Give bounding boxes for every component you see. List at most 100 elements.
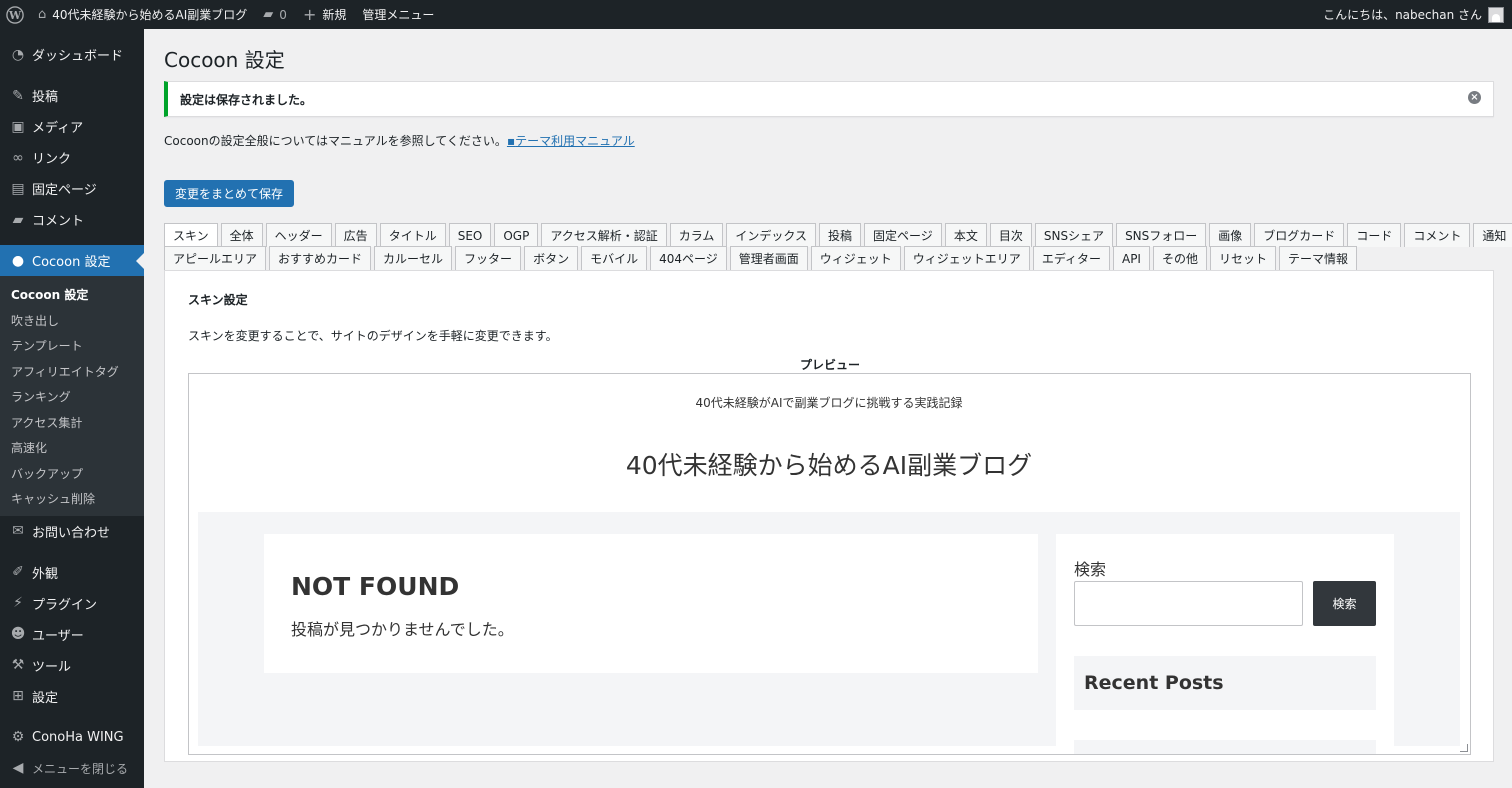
sidebar-item-conoha-wing[interactable]: ⚙ ConoHa WING	[0, 722, 144, 753]
intro-text: Cocoonの設定全般についてはマニュアルを参照してください。▪テーマ利用マニュ…	[164, 134, 635, 148]
new-content-link[interactable]: + 新規	[295, 0, 354, 29]
settings-saved-notice: 設定は保存されました。 ×	[164, 81, 1494, 117]
tab-row1-19[interactable]: コメント	[1404, 223, 1471, 247]
preview-main-card: NOT FOUND 投稿が見つかりませんでした。	[264, 534, 1038, 673]
sidebar-item-dashboard[interactable]: ◔ ダッシュボード	[0, 39, 144, 70]
sidebar-item-media[interactable]: ▣ メディア	[0, 111, 144, 142]
submenu-speedup[interactable]: 高速化	[0, 435, 144, 461]
tab-row-1: スキン 全体 ヘッダー 広告 タイトル SEO OGP アクセス解析・認証 カラム インデックス投…	[164, 223, 1512, 247]
preview-recent-posts-heading: Recent Posts	[1074, 656, 1376, 710]
submenu-access-stats[interactable]: アクセス集計	[0, 410, 144, 436]
tab-row1-13[interactable]: 目次	[989, 223, 1032, 247]
submenu-cocoon-settings[interactable]: Cocoon 設定	[0, 282, 144, 308]
skin-preview-frame[interactable]: 40代未経験がAIで副業ブログに挑戦する実践記録 40代未経験から始めるAI副業…	[188, 373, 1471, 755]
submenu-affiliate-tag[interactable]: アフィリエイトタグ	[0, 359, 144, 385]
tab-row1-16[interactable]: 画像	[1209, 223, 1252, 247]
collapse-icon: ◀	[12, 760, 24, 776]
dismiss-notice-icon[interactable]: ×	[1468, 91, 1481, 104]
skin-settings-panel: スキン設定 スキンを変更することで、サイトのデザインを手軽に変更できます。 プレ…	[164, 270, 1494, 762]
preview-search-button[interactable]: 検索	[1313, 581, 1376, 626]
sidebar-item-posts[interactable]: ✎ 投稿	[0, 80, 144, 111]
tab-row1-12[interactable]: 本文	[944, 223, 987, 247]
tab-row1-0[interactable]: スキン	[164, 223, 218, 247]
tab-row2-1[interactable]: おすすめカード	[269, 246, 372, 270]
plus-icon: +	[302, 5, 317, 24]
site-name: 40代未経験から始めるAI副業ブログ	[52, 8, 248, 22]
dashboard-icon: ◔	[11, 46, 25, 63]
manual-link[interactable]: ▪テーマ利用マニュアル	[507, 134, 635, 148]
tab-row1-5[interactable]: SEO	[448, 223, 492, 247]
panel-title: スキン設定	[188, 293, 248, 307]
tab-row1-1[interactable]: 全体	[220, 223, 263, 247]
my-account-link[interactable]: こんにちは、nabechan さん	[1315, 0, 1512, 29]
tab-row2-13[interactable]: リセット	[1209, 246, 1276, 270]
greeting: こんにちは、nabechan さん	[1323, 8, 1482, 22]
tab-row1-2[interactable]: ヘッダー	[265, 223, 332, 247]
admin-sidebar: ◔ ダッシュボード ✎ 投稿 ▣ メディア ∞ リンク ▤ 固定ページ ▰ コメント ● Co…	[0, 29, 144, 788]
tab-row2-8[interactable]: ウィジェット	[810, 246, 901, 270]
page-icon: ▤	[11, 180, 25, 197]
media-icon: ▣	[11, 118, 25, 135]
admin-menu-link[interactable]: 管理メニュー	[354, 0, 442, 29]
tab-row1-7[interactable]: アクセス解析・認証	[541, 223, 667, 247]
save-all-button[interactable]: 変更をまとめて保存	[164, 180, 295, 207]
tab-row1-18[interactable]: コード	[1347, 223, 1402, 247]
submenu-template[interactable]: テンプレート	[0, 333, 144, 359]
tab-row1-10[interactable]: 投稿	[819, 223, 862, 247]
tab-row1-3[interactable]: 広告	[334, 223, 377, 247]
sidebar-item-cocoon-settings[interactable]: ● Cocoon 設定	[0, 245, 144, 276]
submenu-cache-clear[interactable]: キャッシュ削除	[0, 486, 144, 512]
tab-row2-2[interactable]: カルーセル	[374, 246, 453, 270]
admin-bar: W ⌂ 40代未経験から始めるAI副業ブログ ▰ 0 + 新規 管理メニュー こ…	[0, 0, 1512, 29]
sidebar-item-tools[interactable]: ⚒ ツール	[0, 650, 144, 681]
sidebar-collapse-menu[interactable]: ◀ メニューを閉じる	[0, 753, 144, 784]
tab-row2-12[interactable]: その他	[1152, 246, 1207, 270]
tab-row2-0[interactable]: アピールエリア	[164, 246, 267, 270]
tab-row1-6[interactable]: OGP	[494, 223, 539, 247]
sidebar-item-comments[interactable]: ▰ コメント	[0, 204, 144, 235]
tab-row1-20[interactable]: 通知	[1473, 223, 1512, 247]
panel-description: スキンを変更することで、サイトのデザインを手軽に変更できます。	[188, 329, 558, 343]
tab-row2-5[interactable]: モバイル	[581, 246, 648, 270]
tab-row1-14[interactable]: SNSシェア	[1034, 223, 1114, 247]
tab-row2-10[interactable]: エディター	[1032, 246, 1110, 270]
tab-row2-9[interactable]: ウィジェットエリア	[903, 246, 1030, 270]
preview-label: プレビュー	[799, 358, 860, 372]
tab-row1-8[interactable]: カラム	[669, 223, 724, 247]
tab-row1-11[interactable]: 固定ページ	[864, 223, 942, 247]
sidebar-item-users[interactable]: ☻ ユーザー	[0, 619, 144, 650]
submenu-speech-balloon[interactable]: 吹き出し	[0, 308, 144, 334]
submenu-ranking[interactable]: ランキング	[0, 384, 144, 410]
submenu-backup[interactable]: バックアップ	[0, 461, 144, 487]
tab-row2-6[interactable]: 404ページ	[650, 246, 727, 270]
tab-row2-11[interactable]: API	[1112, 246, 1150, 270]
comments-link[interactable]: ▰ 0	[255, 0, 295, 29]
tab-row1-15[interactable]: SNSフォロー	[1116, 223, 1207, 247]
wordpress-logo-icon[interactable]: W	[0, 0, 30, 29]
tab-row1-4[interactable]: タイトル	[379, 223, 446, 247]
sidebar-item-links[interactable]: ∞ リンク	[0, 142, 144, 173]
sidebar-item-pages[interactable]: ▤ 固定ページ	[0, 173, 144, 204]
home-icon: ⌂	[38, 7, 47, 22]
tab-row1-9[interactable]: インデックス	[726, 223, 817, 247]
settings-icon: ⊞	[12, 688, 24, 704]
preview-search-input[interactable]	[1074, 581, 1303, 626]
tab-row2-3[interactable]: フッター	[455, 246, 522, 270]
tab-row2-4[interactable]: ボタン	[524, 246, 579, 270]
tab-row-2: アピールエリア おすすめカード カルーセル フッター ボタン モバイル 404ページ 管理者画…	[164, 246, 1494, 270]
resize-handle-icon[interactable]	[1460, 744, 1468, 752]
cocoon-icon: ●	[11, 252, 25, 269]
sidebar-item-appearance[interactable]: ✐ 外観	[0, 557, 144, 588]
sidebar-item-plugins[interactable]: ⚡ プラグイン	[0, 588, 144, 619]
main-content: Cocoon 設定 設定は保存されました。 × Cocoonの設定全般については…	[164, 29, 1512, 762]
sidebar-item-settings[interactable]: ⊞ 設定	[0, 681, 144, 712]
avatar	[1488, 6, 1504, 23]
site-name-link[interactable]: ⌂ 40代未経験から始めるAI副業ブログ	[30, 0, 255, 29]
tab-row1-17[interactable]: ブログカード	[1254, 223, 1345, 247]
gear-icon: ⚙	[11, 729, 25, 745]
comment-icon: ▰	[12, 211, 24, 228]
tab-row2-7[interactable]: 管理者画面	[729, 246, 808, 270]
wrench-icon: ⚒	[11, 657, 25, 673]
sidebar-item-contact[interactable]: ✉ お問い合わせ	[0, 516, 144, 547]
tab-row2-14[interactable]: テーマ情報	[1279, 246, 1358, 270]
